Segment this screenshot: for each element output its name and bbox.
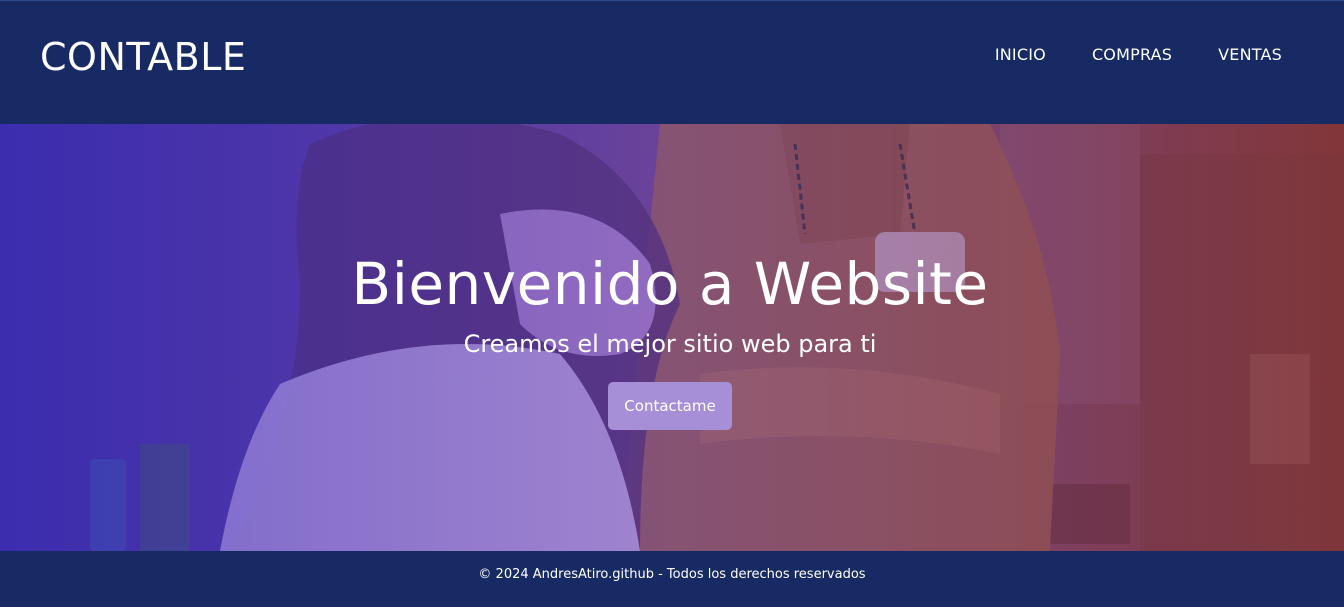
nav-item-compras[interactable]: COMPRAS xyxy=(1092,45,1172,64)
contact-button[interactable]: Contactame xyxy=(608,382,732,430)
hero-title: Bienvenido a Website xyxy=(351,250,989,318)
hero-section: Bienvenido a Website Creamos el mejor si… xyxy=(0,124,1344,551)
hero-subtitle: Creamos el mejor sitio web para ti xyxy=(463,330,877,358)
main-nav: INICIO COMPRAS VENTAS xyxy=(995,45,1282,64)
nav-item-ventas[interactable]: VENTAS xyxy=(1218,45,1282,64)
site-header: CONTABLE INICIO COMPRAS VENTAS xyxy=(0,0,1344,124)
brand-logo[interactable]: CONTABLE xyxy=(40,35,246,79)
hero-content: Bienvenido a Website Creamos el mejor si… xyxy=(0,250,1340,430)
site-footer: © 2024 AndresAtiro.github - Todos los de… xyxy=(0,551,1344,607)
copyright-text: © 2024 AndresAtiro.github - Todos los de… xyxy=(478,567,866,582)
nav-item-inicio[interactable]: INICIO xyxy=(995,45,1046,64)
